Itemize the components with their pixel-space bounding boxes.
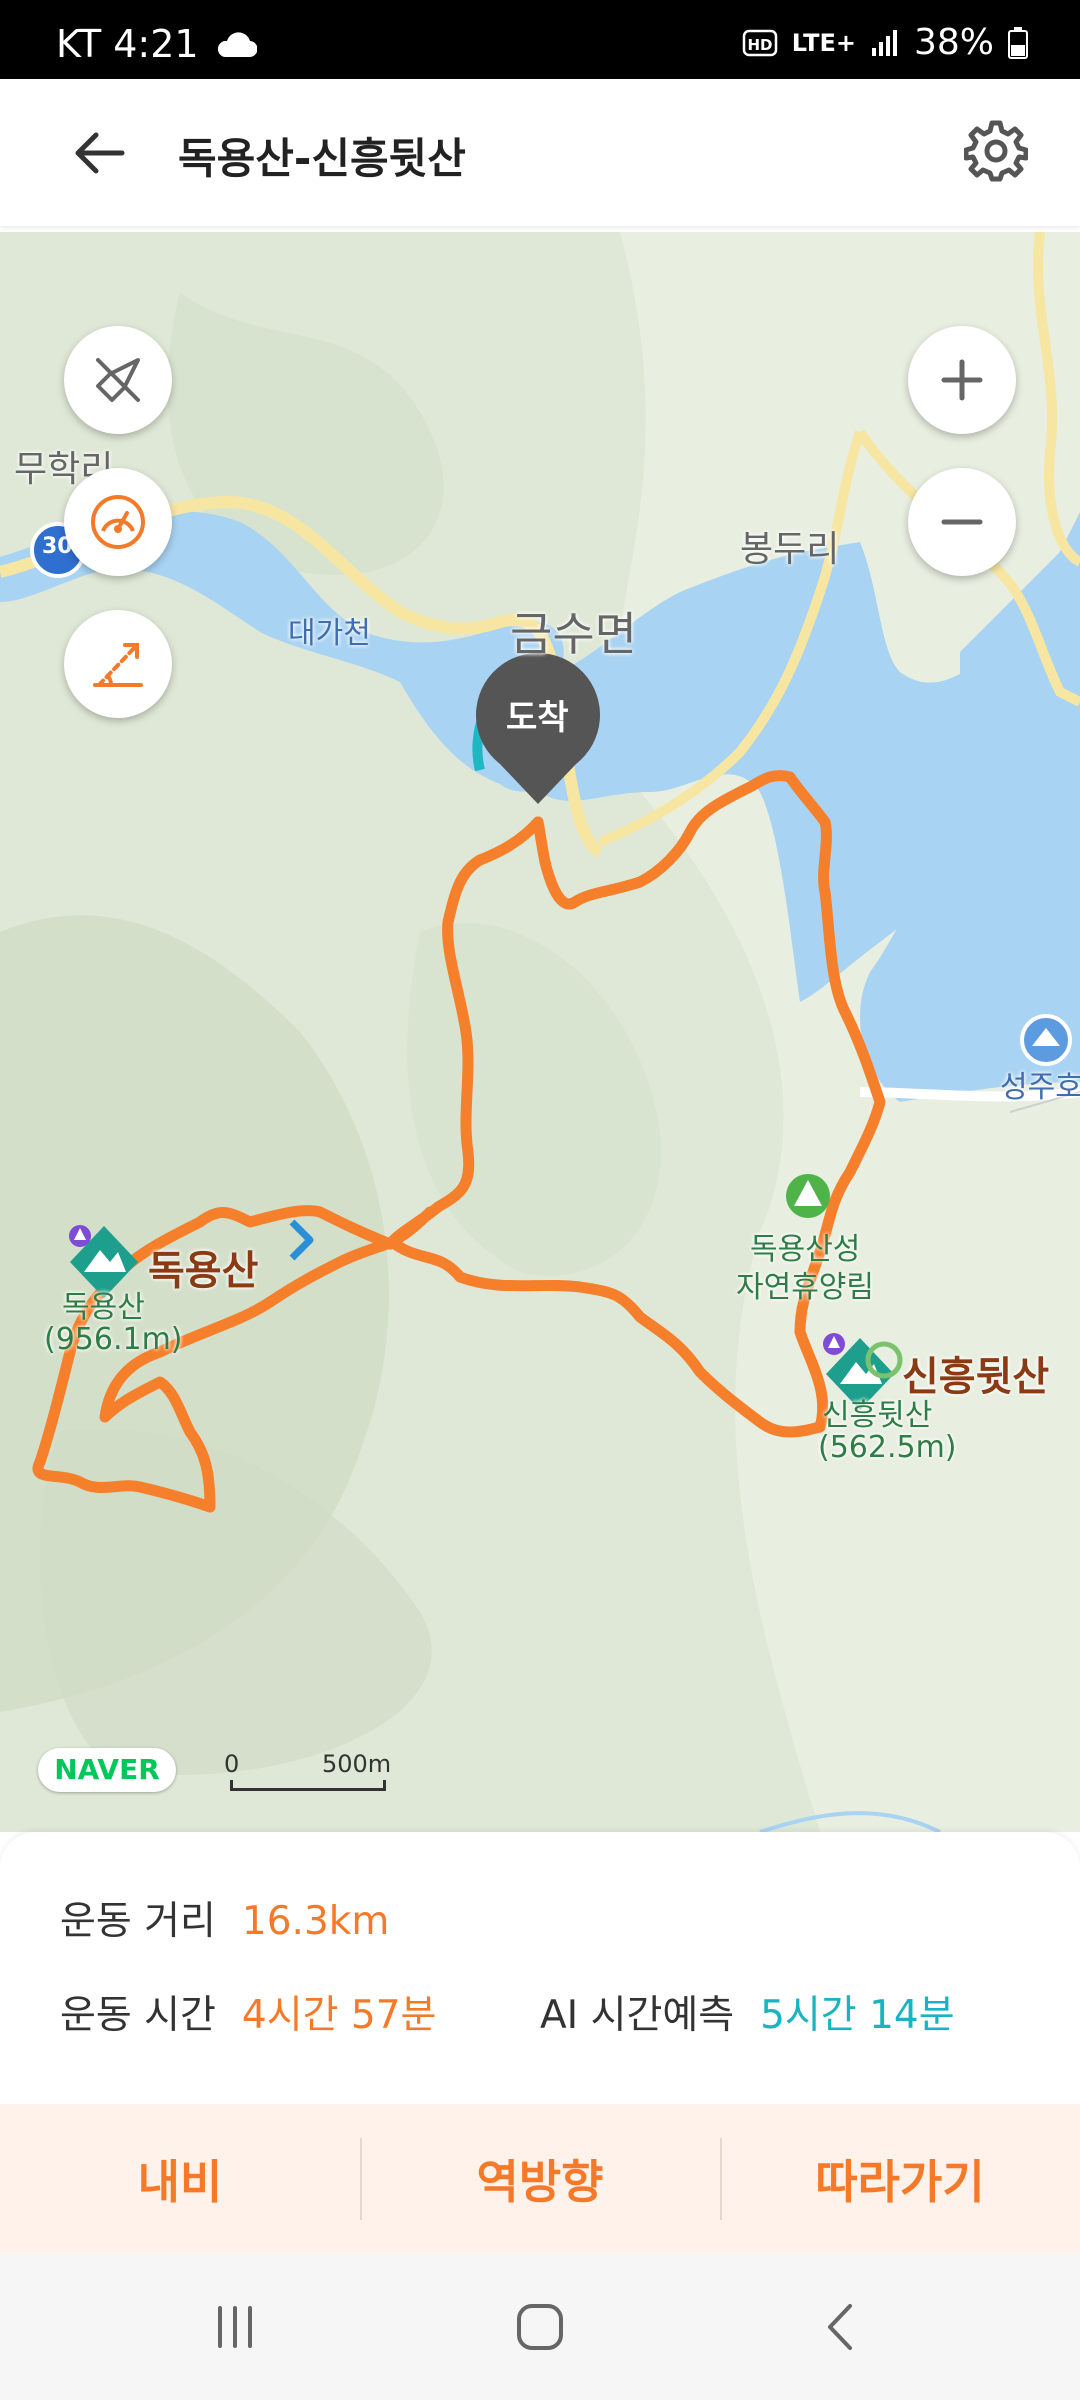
home-icon[interactable] xyxy=(505,2294,575,2360)
label-geumsu: 금수면 xyxy=(510,607,637,661)
label-dokyong-elev: (956.1m) xyxy=(44,1322,183,1357)
map-base[interactable] xyxy=(0,232,1080,1832)
svg-text:HD: HD xyxy=(747,36,772,54)
zoom-in-button[interactable] xyxy=(908,326,1016,434)
battery-icon xyxy=(1008,26,1028,59)
label-arrival: 도착 xyxy=(506,698,569,738)
battery-percent: 38% xyxy=(913,22,994,63)
stats-panel: 운동 거리 16.3km 운동 시간 4시간 57분 AI 시간예측 5시간 14분 xyxy=(0,1832,1080,2104)
label-daega: 대가천 xyxy=(288,616,371,651)
recent-apps-icon[interactable] xyxy=(200,2294,270,2360)
ai-estimate-stat: AI 시간예측 5시간 14분 xyxy=(540,1984,955,2040)
scale-bar xyxy=(230,1780,386,1791)
gear-icon[interactable] xyxy=(964,119,1028,183)
reverse-button[interactable]: 역방향 xyxy=(360,2104,720,2254)
navi-button[interactable]: 내비 xyxy=(0,2104,360,2254)
elevation-icon xyxy=(93,643,143,687)
action-bar: 내비 역방향 따라가기 xyxy=(0,2104,1080,2254)
distance-label: 운동 거리 xyxy=(60,1899,216,1944)
scale-zero: 0 xyxy=(224,1750,240,1778)
compass-toggle-button[interactable] xyxy=(64,326,172,434)
page-title: 독용산-신흥뒷산 xyxy=(178,134,466,183)
carrier-time: KT 4:21 xyxy=(56,22,199,66)
back-nav-icon[interactable] xyxy=(806,2294,876,2360)
time-value: 4시간 57분 xyxy=(241,1993,437,2038)
network-type: LTE+ xyxy=(791,28,856,57)
label-dokyong-peak: 독용산 xyxy=(148,1248,259,1294)
naver-logo: NAVER xyxy=(38,1748,176,1792)
hd-icon: HD xyxy=(742,29,778,56)
elevation-button[interactable] xyxy=(64,610,172,718)
time-stat: 운동 시간 4시간 57분 xyxy=(60,1984,436,2040)
label-seongju: 성주호 xyxy=(1000,1070,1080,1105)
forest-marker xyxy=(786,1174,830,1218)
follow-button[interactable]: 따라가기 xyxy=(720,2104,1080,2254)
back-arrow-icon[interactable] xyxy=(70,123,130,183)
lake-marker xyxy=(1020,1014,1072,1066)
signal-icon xyxy=(871,29,897,56)
system-nav-bar xyxy=(0,2254,1080,2400)
minus-icon xyxy=(941,519,983,525)
speedometer-icon xyxy=(91,495,145,549)
app-header: 독용산-신흥뒷산 xyxy=(0,79,1080,226)
label-bongduri: 봉두리 xyxy=(740,529,840,570)
distance-stat: 운동 거리 16.3km xyxy=(60,1890,389,1946)
status-bar: KT 4:21 HD LTE+ 38% xyxy=(0,0,1080,79)
scale-distance: 500m xyxy=(322,1750,392,1778)
plus-icon xyxy=(941,359,983,401)
distance-value: 16.3km xyxy=(241,1899,390,1944)
cloud-icon xyxy=(217,32,257,58)
ai-value: 5시간 14분 xyxy=(760,1993,955,2038)
label-sinheung-sub: 신흥뒷산 xyxy=(822,1398,933,1433)
ai-label: AI 시간예측 xyxy=(540,1993,735,2038)
compass-off-icon xyxy=(96,358,140,402)
time-label: 운동 시간 xyxy=(60,1993,216,2038)
label-forest2: 자연휴양림 xyxy=(736,1270,874,1305)
speed-button[interactable] xyxy=(64,468,172,576)
map-scale: 0 500m xyxy=(224,1750,394,1791)
label-dokyong-sub: 독용산 xyxy=(62,1290,145,1325)
map-view[interactable]: 무학리 30 대가천 금수면 봉두리 도착 독용산 독용산 (956.1m) 독… xyxy=(0,232,1080,1832)
label-sinheung-elev: (562.5m) xyxy=(818,1430,957,1465)
zoom-out-button[interactable] xyxy=(908,468,1016,576)
